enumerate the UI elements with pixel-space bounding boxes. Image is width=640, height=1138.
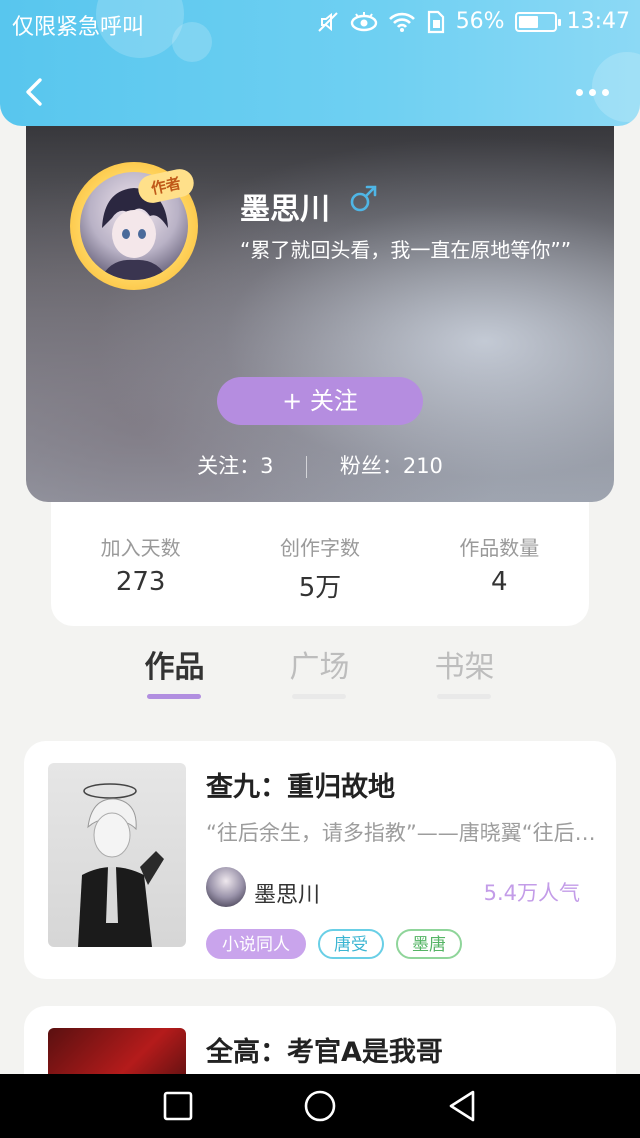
tab-works[interactable]: 作品: [102, 642, 247, 700]
tag-chip[interactable]: 小说同人: [206, 929, 306, 959]
tab-label: 作品: [144, 650, 205, 685]
stat-work-count: 作品数量 4: [410, 500, 589, 626]
tab-bookshelf[interactable]: 书架: [392, 642, 537, 700]
stat-value: 4: [491, 567, 508, 597]
tab-label: 书架: [434, 650, 495, 685]
fans-count[interactable]: 粉丝：210: [340, 454, 443, 478]
tab-indicator: [292, 694, 346, 699]
top-header: 仅限紧急呼叫 56% 13:47: [0, 0, 640, 126]
wifi-icon: [388, 12, 415, 32]
carrier-text: 仅限紧急呼叫: [12, 15, 145, 40]
work-cover[interactable]: [48, 763, 186, 947]
follow-stats: 关注：3 粉丝：210: [26, 450, 614, 480]
back-icon[interactable]: [444, 1088, 480, 1124]
stat-label: 加入天数: [100, 536, 181, 560]
tab-plaza[interactable]: 广场: [247, 642, 392, 700]
battery-percent: 56%: [455, 9, 505, 34]
tag-chip[interactable]: 墨唐: [396, 929, 462, 959]
more-dots-icon[interactable]: [576, 82, 612, 102]
clock: 13:47: [566, 9, 630, 34]
recent-apps-icon[interactable]: [160, 1088, 196, 1124]
home-icon[interactable]: [302, 1088, 338, 1124]
chevron-left-icon[interactable]: [20, 74, 50, 110]
stat-label: 作品数量: [459, 536, 540, 560]
author-stats-card: 加入天数 273 创作字数 5万 作品数量 4: [51, 500, 589, 626]
stat-join-days: 加入天数 273: [51, 500, 230, 626]
profile-card: 作者 墨思川 “累了就回头看，我一直在原地等你”” + 关注 关注：3 粉丝：2…: [26, 100, 614, 502]
work-title: 全高：考官A是我哥: [206, 1037, 443, 1068]
follow-button[interactable]: + 关注: [217, 377, 423, 425]
battery-level: [518, 15, 538, 28]
work-description: “往后余生，请多指教”——唐晓翼“往后余生，请多指教”: [206, 821, 598, 845]
male-icon: [350, 185, 377, 212]
work-card[interactable]: 查九：重归故地 “往后余生，请多指教”——唐晓翼“往后余生，请多指教” 墨思川 …: [24, 741, 616, 979]
author-avatar: [206, 867, 246, 907]
divider: [306, 456, 308, 478]
system-nav-bar: [0, 1074, 640, 1138]
work-author: 墨思川: [254, 883, 321, 908]
work-title: 查九：重归故地: [206, 772, 395, 803]
profile-name: 墨思川: [240, 192, 330, 227]
content-tabs: 作品 广场 书架: [102, 642, 538, 700]
stat-value: 273: [115, 567, 166, 597]
following-count[interactable]: 关注：3: [197, 454, 273, 478]
eye-icon: [350, 11, 377, 31]
sim-icon: [427, 10, 444, 33]
work-popularity: 5.4万人气: [483, 881, 580, 905]
stat-word-count: 创作字数 5万: [230, 500, 409, 626]
tab-label: 广场: [289, 650, 350, 685]
tab-indicator: [437, 694, 491, 699]
battery-icon: [514, 11, 561, 32]
tab-indicator: [147, 694, 201, 699]
stat-label: 创作字数: [279, 536, 360, 560]
profile-motto: “累了就回头看，我一直在原地等你””: [240, 238, 572, 262]
mute-icon: [317, 11, 338, 32]
tag-chip[interactable]: 唐受: [318, 929, 384, 959]
stat-value: 5万: [298, 573, 342, 603]
work-tags: 小说同人 唐受 墨唐: [206, 929, 462, 959]
status-bar: 仅限紧急呼叫 56% 13:47: [0, 0, 640, 46]
